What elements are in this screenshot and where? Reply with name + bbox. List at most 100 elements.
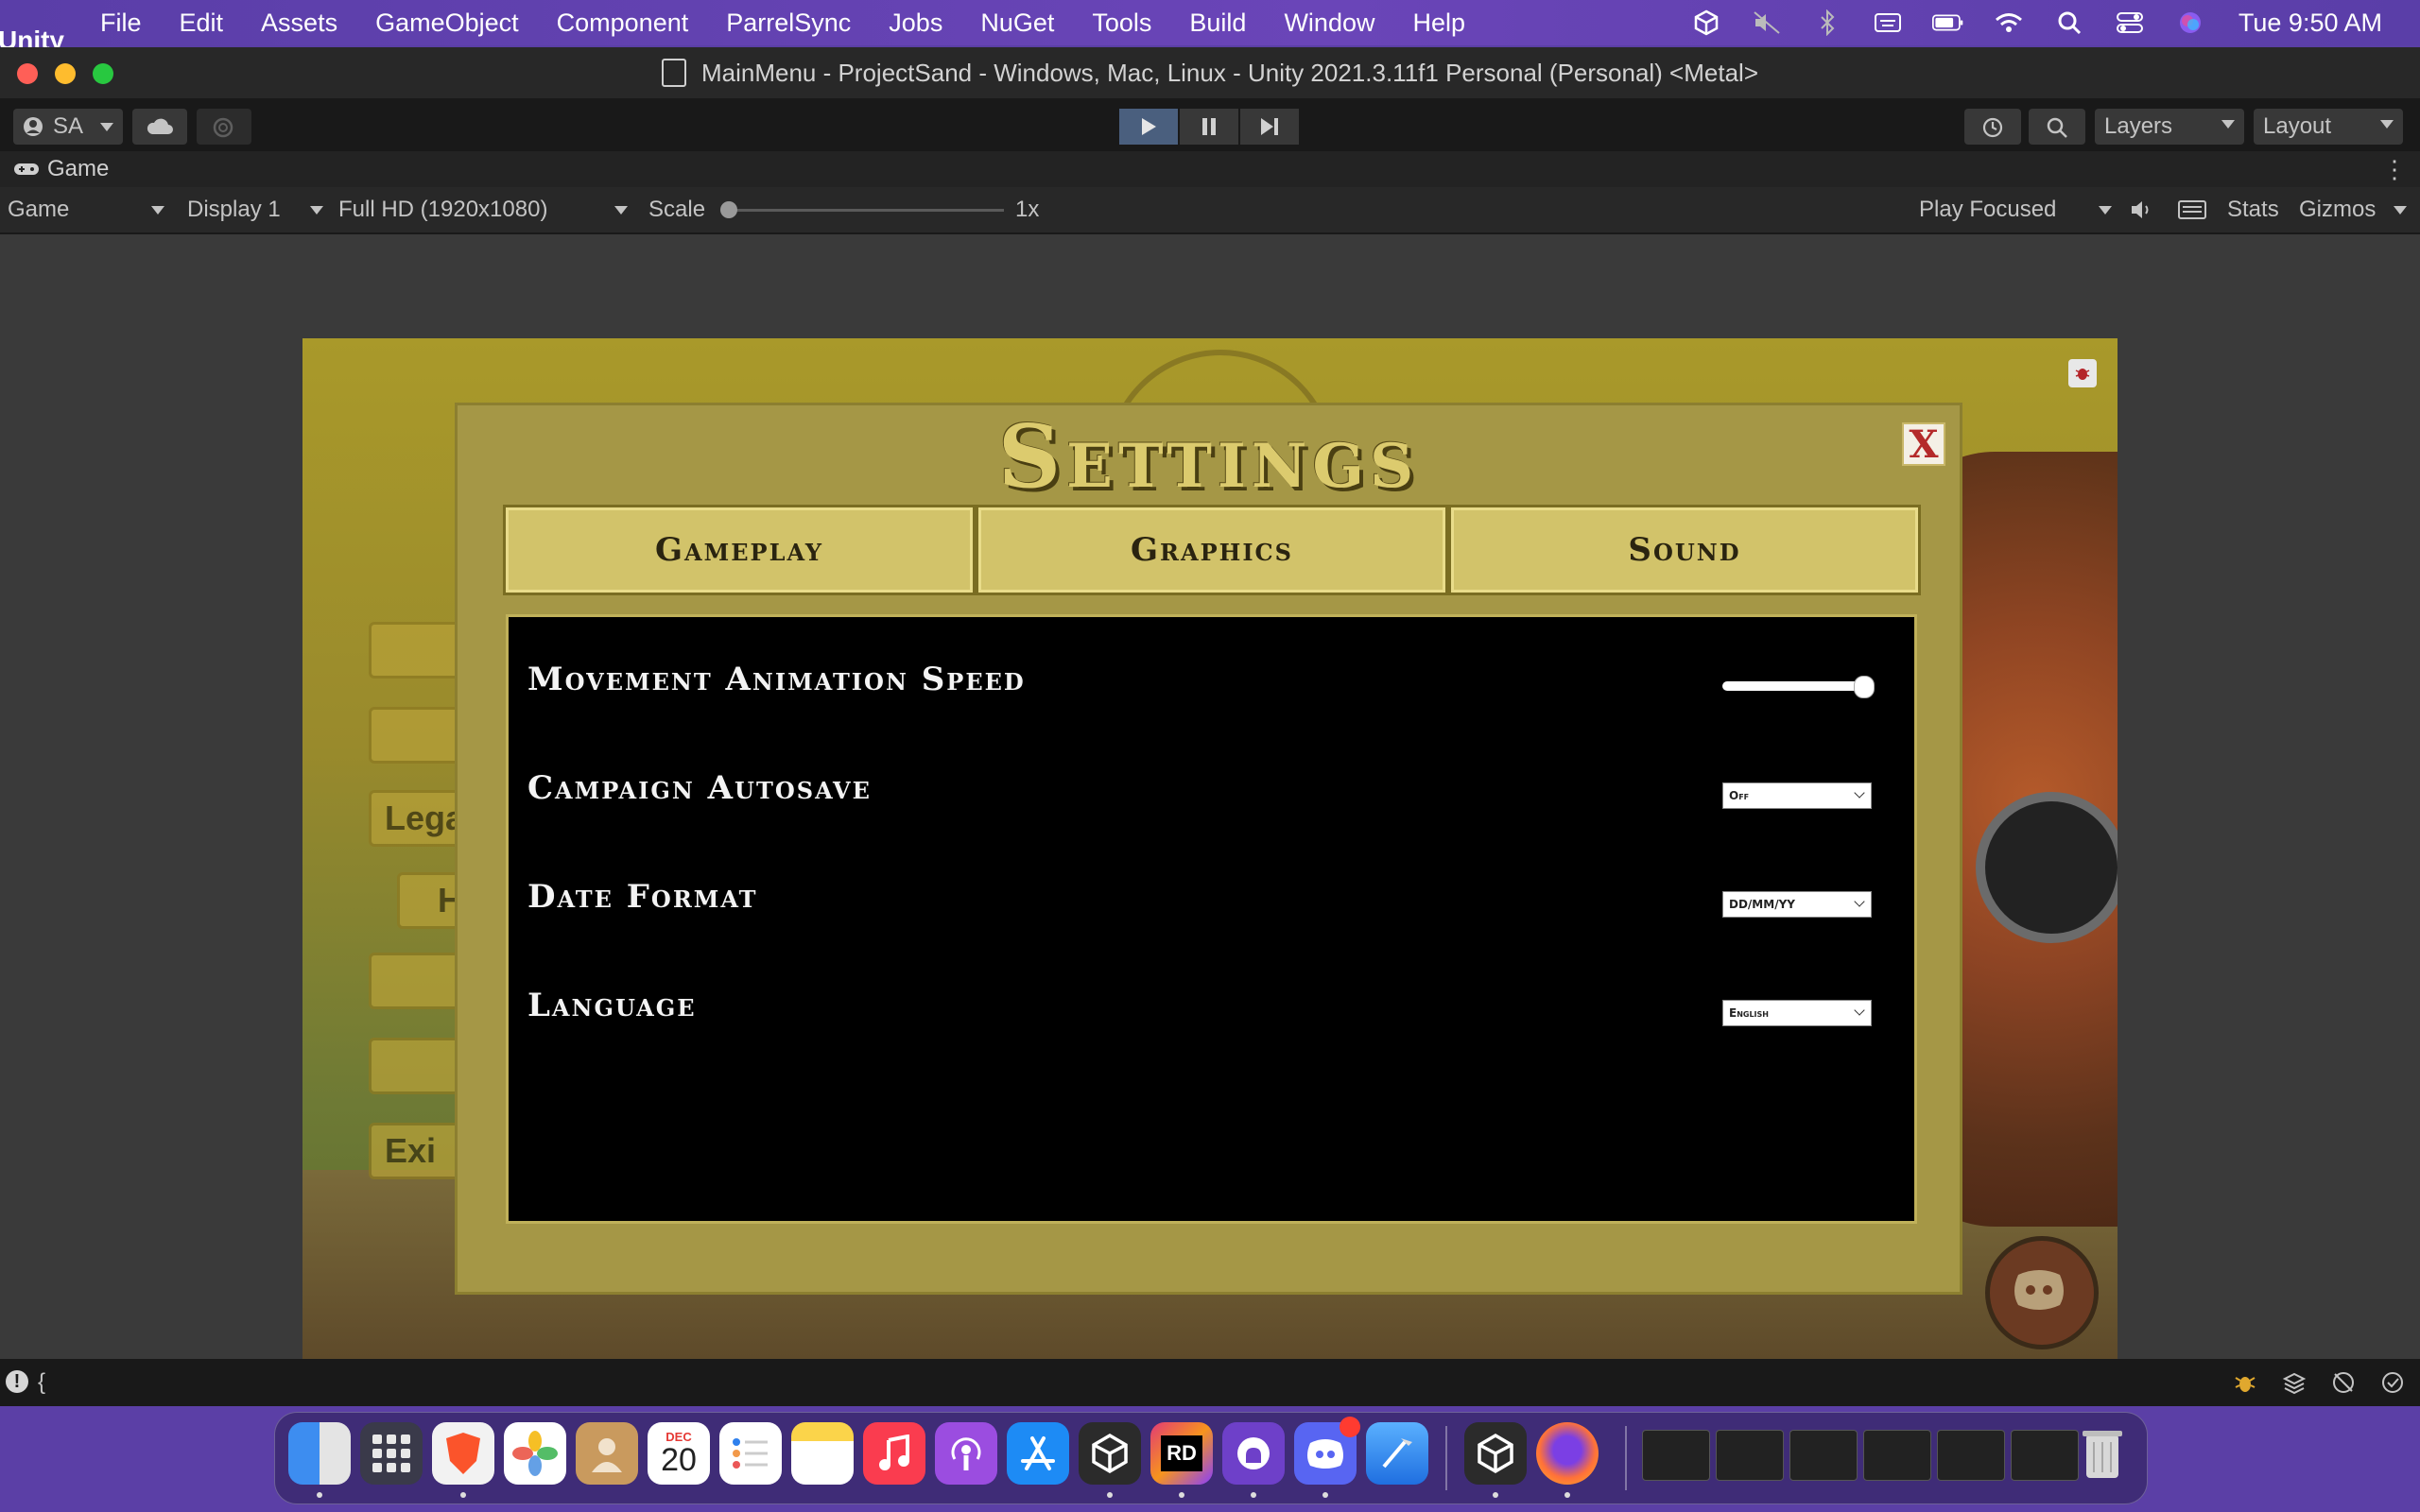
- movement-speed-slider[interactable]: [1722, 681, 1864, 691]
- display-dropdown[interactable]: Display 1: [187, 193, 327, 227]
- tab-sound[interactable]: Sound: [1448, 505, 1921, 595]
- menu-nuget[interactable]: NuGet: [980, 9, 1054, 38]
- menu-edit[interactable]: Edit: [180, 9, 224, 38]
- layers-dropdown[interactable]: Layers: [2095, 109, 2244, 145]
- keyboard-shortcut-button[interactable]: [2178, 193, 2206, 227]
- minimized-window-thumbnail[interactable]: [1863, 1430, 1931, 1481]
- trash-icon[interactable]: [2071, 1422, 2134, 1485]
- resolution-dropdown[interactable]: Full HD (1920x1080): [338, 193, 631, 227]
- minimized-window-thumbnail[interactable]: [1789, 1430, 1858, 1481]
- zoom-window-button[interactable]: [93, 63, 113, 84]
- reminders-icon[interactable]: [719, 1422, 782, 1485]
- menubar-clock[interactable]: Tue 9:50 AM: [2238, 9, 2382, 38]
- discord-icon: [2014, 1270, 2064, 1310]
- bluetooth-status-icon[interactable]: [1811, 9, 1843, 37]
- account-dropdown[interactable]: SA: [13, 109, 123, 145]
- collab-button[interactable]: [197, 109, 251, 145]
- close-window-button[interactable]: [17, 63, 38, 84]
- xcode-icon[interactable]: [1366, 1422, 1428, 1485]
- siri-icon[interactable]: [2174, 9, 2206, 37]
- spotlight-search-icon[interactable]: [2053, 9, 2085, 37]
- scale-slider-track[interactable]: [724, 209, 1004, 212]
- rider-icon[interactable]: RD: [1150, 1422, 1213, 1485]
- history-icon: [1982, 117, 2003, 138]
- menu-help[interactable]: Help: [1412, 9, 1465, 38]
- wifi-status-icon[interactable]: [1993, 9, 2025, 37]
- minimized-window-thumbnail[interactable]: [1937, 1430, 2005, 1481]
- close-settings-button[interactable]: X: [1902, 422, 1945, 467]
- launchpad-icon[interactable]: [360, 1422, 423, 1485]
- rider-label: RD: [1161, 1435, 1202, 1471]
- finder-icon[interactable]: [288, 1422, 351, 1485]
- photos-icon[interactable]: [504, 1422, 566, 1485]
- campaign-autosave-dropdown[interactable]: Off: [1722, 782, 1872, 809]
- console-warning-icon[interactable]: !: [6, 1370, 28, 1393]
- tab-game[interactable]: Game: [13, 156, 109, 182]
- dock: DEC 20 RD 1: [274, 1412, 2148, 1504]
- stats-button[interactable]: Stats: [2227, 193, 2279, 227]
- view-mode-dropdown[interactable]: Game: [8, 193, 168, 227]
- keyboard-status-icon[interactable]: [1872, 9, 1904, 37]
- minimized-window-thumbnail[interactable]: [1642, 1430, 1710, 1481]
- discord-link-button[interactable]: [1985, 1236, 2099, 1349]
- layers-stack-icon[interactable]: [2282, 1370, 2307, 1395]
- play-button[interactable]: [1119, 109, 1178, 145]
- mute-audio-button[interactable]: [2129, 193, 2155, 227]
- unity-hub-icon[interactable]: [1079, 1422, 1141, 1485]
- tab-gameplay[interactable]: Gameplay: [503, 505, 976, 595]
- play-mode-dropdown[interactable]: Play Focused: [1919, 193, 2116, 227]
- menu-parrelsync[interactable]: ParrelSync: [726, 9, 851, 38]
- mute-status-icon[interactable]: [1751, 9, 1783, 37]
- menu-build[interactable]: Build: [1189, 9, 1246, 38]
- pause-button[interactable]: [1180, 109, 1238, 145]
- app-store-icon[interactable]: [1007, 1422, 1069, 1485]
- panel-menu-icon[interactable]: ⋮: [2382, 155, 2407, 184]
- menu-tools[interactable]: Tools: [1092, 9, 1151, 38]
- menu-file[interactable]: File: [100, 9, 142, 38]
- cloud-button[interactable]: [132, 109, 187, 145]
- search-button[interactable]: [2029, 109, 2085, 145]
- layout-label: Layout: [2263, 113, 2332, 139]
- unity-editor-icon[interactable]: [1464, 1422, 1527, 1485]
- date-format-dropdown[interactable]: DD/MM/YY: [1722, 891, 1872, 918]
- scale-label: Scale: [648, 197, 706, 222]
- contacts-icon[interactable]: [576, 1422, 638, 1485]
- debug-bug-icon[interactable]: [2233, 1370, 2257, 1395]
- running-indicator: [1564, 1492, 1570, 1498]
- menu-window[interactable]: Window: [1284, 9, 1374, 38]
- scale-slider-handle[interactable]: [720, 201, 737, 218]
- language-dropdown[interactable]: English: [1722, 1000, 1872, 1026]
- menu-jobs[interactable]: Jobs: [889, 9, 942, 38]
- menu-component[interactable]: Component: [557, 9, 689, 38]
- menu-gameobject[interactable]: GameObject: [375, 9, 519, 38]
- movement-speed-slider-handle[interactable]: [1854, 676, 1875, 698]
- calendar-icon[interactable]: DEC 20: [648, 1422, 710, 1485]
- minimized-window-thumbnail[interactable]: [1716, 1430, 1784, 1481]
- checkmark-icon[interactable]: [2380, 1370, 2405, 1395]
- menu-assets[interactable]: Assets: [261, 9, 337, 38]
- game-view-toolbar: Game Display 1 Full HD (1920x1080) Scale…: [0, 187, 2420, 232]
- podcasts-icon[interactable]: [935, 1422, 997, 1485]
- battery-status-icon[interactable]: [1931, 9, 1964, 37]
- bug-report-icon[interactable]: [2068, 359, 2097, 387]
- console-last-message[interactable]: {: [38, 1369, 45, 1396]
- undo-history-button[interactable]: [1964, 109, 2021, 145]
- step-button[interactable]: [1240, 109, 1299, 145]
- chevron-down-icon[interactable]: [2394, 206, 2407, 215]
- language-value: English: [1729, 1006, 1769, 1020]
- github-desktop-icon[interactable]: [1222, 1422, 1285, 1485]
- gizmos-dropdown[interactable]: Gizmos: [2299, 193, 2407, 227]
- date-format-value: DD/MM/YY: [1729, 898, 1795, 911]
- unity-hub-status-icon[interactable]: [1690, 9, 1722, 37]
- control-center-icon[interactable]: [2114, 9, 2146, 37]
- notes-icon[interactable]: [791, 1422, 854, 1485]
- tab-graphics[interactable]: Graphics: [976, 505, 1448, 595]
- firefox-icon[interactable]: [1536, 1422, 1599, 1485]
- minimize-window-button[interactable]: [55, 63, 76, 84]
- layout-dropdown[interactable]: Layout: [2254, 109, 2403, 145]
- minimized-window-thumbnail[interactable]: [2011, 1430, 2079, 1481]
- chevron-down-icon: [151, 206, 164, 215]
- brave-browser-icon[interactable]: [432, 1422, 494, 1485]
- music-icon[interactable]: [863, 1422, 925, 1485]
- auto-generate-lighting-off-icon[interactable]: [2331, 1370, 2356, 1395]
